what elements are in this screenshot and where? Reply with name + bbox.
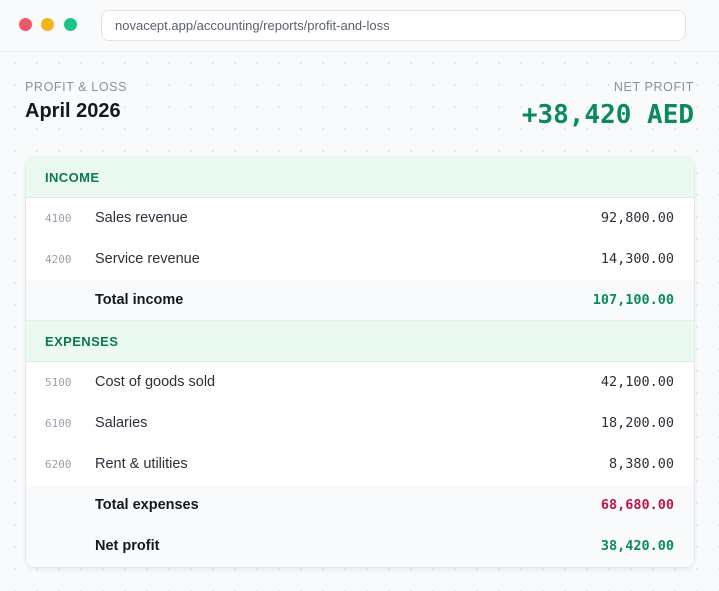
- income-section-heading: INCOME: [26, 157, 694, 198]
- account-name: Cost of goods sold: [95, 374, 216, 390]
- account-code: 4200: [45, 253, 72, 266]
- net-profit-label: NET PROFIT: [613, 80, 694, 94]
- account-amount: 18,200.00: [600, 415, 674, 431]
- total-expenses-amount: 68,680.00: [600, 497, 674, 513]
- net-profit-row: Net profit 38,420.00: [26, 526, 694, 567]
- account-name: Salaries: [95, 415, 148, 431]
- account-code: 5100: [45, 376, 72, 389]
- net-profit-summary: NET PROFIT +38,420 AED: [522, 80, 694, 130]
- minimize-window-button[interactable]: [41, 18, 54, 31]
- report-type-label: PROFIT & LOSS: [25, 80, 128, 94]
- account-name: Rent & utilities: [95, 456, 188, 472]
- app-window: novacept.app/accounting/reports/profit-a…: [0, 0, 719, 591]
- browser-titlebar: novacept.app/accounting/reports/profit-a…: [0, 0, 719, 52]
- table-row[interactable]: 4200 Service revenue 14,300.00: [26, 239, 694, 280]
- account-amount: 14,300.00: [600, 251, 674, 267]
- maximize-window-button[interactable]: [64, 18, 77, 31]
- report-header: PROFIT & LOSS April 2026: [25, 80, 127, 123]
- account-code: 6100: [45, 417, 72, 430]
- net-profit-value: +38,420 AED: [521, 100, 694, 130]
- report-period: April 2026: [25, 100, 121, 122]
- total-income-amount: 107,100.00: [592, 292, 674, 308]
- account-name: Service revenue: [95, 251, 200, 267]
- account-code: 4100: [45, 212, 72, 225]
- expenses-section-heading: EXPENSES: [26, 321, 694, 362]
- table-row[interactable]: 6100 Salaries 18,200.00: [26, 403, 694, 444]
- total-income-row: Total income 107,100.00: [26, 280, 694, 321]
- account-name: Sales revenue: [95, 210, 188, 226]
- account-amount: 92,800.00: [600, 210, 674, 226]
- total-expenses-label: Total expenses: [95, 497, 199, 513]
- total-income-label: Total income: [95, 292, 184, 308]
- net-profit-row-amount: 38,420.00: [600, 538, 674, 554]
- net-profit-row-label: Net profit: [95, 538, 160, 554]
- total-expenses-row: Total expenses 68,680.00: [26, 485, 694, 526]
- close-window-button[interactable]: [19, 18, 32, 31]
- address-bar[interactable]: novacept.app/accounting/reports/profit-a…: [101, 10, 686, 41]
- pl-statement-card: INCOME 4100 Sales revenue 92,800.00 4200…: [26, 157, 694, 567]
- account-code: 6200: [45, 458, 72, 471]
- table-row[interactable]: 6200 Rent & utilities 8,380.00: [26, 444, 694, 485]
- table-row[interactable]: 4100 Sales revenue 92,800.00: [26, 198, 694, 239]
- table-row[interactable]: 5100 Cost of goods sold 42,100.00: [26, 362, 694, 403]
- account-amount: 8,380.00: [608, 456, 674, 472]
- account-amount: 42,100.00: [600, 374, 674, 390]
